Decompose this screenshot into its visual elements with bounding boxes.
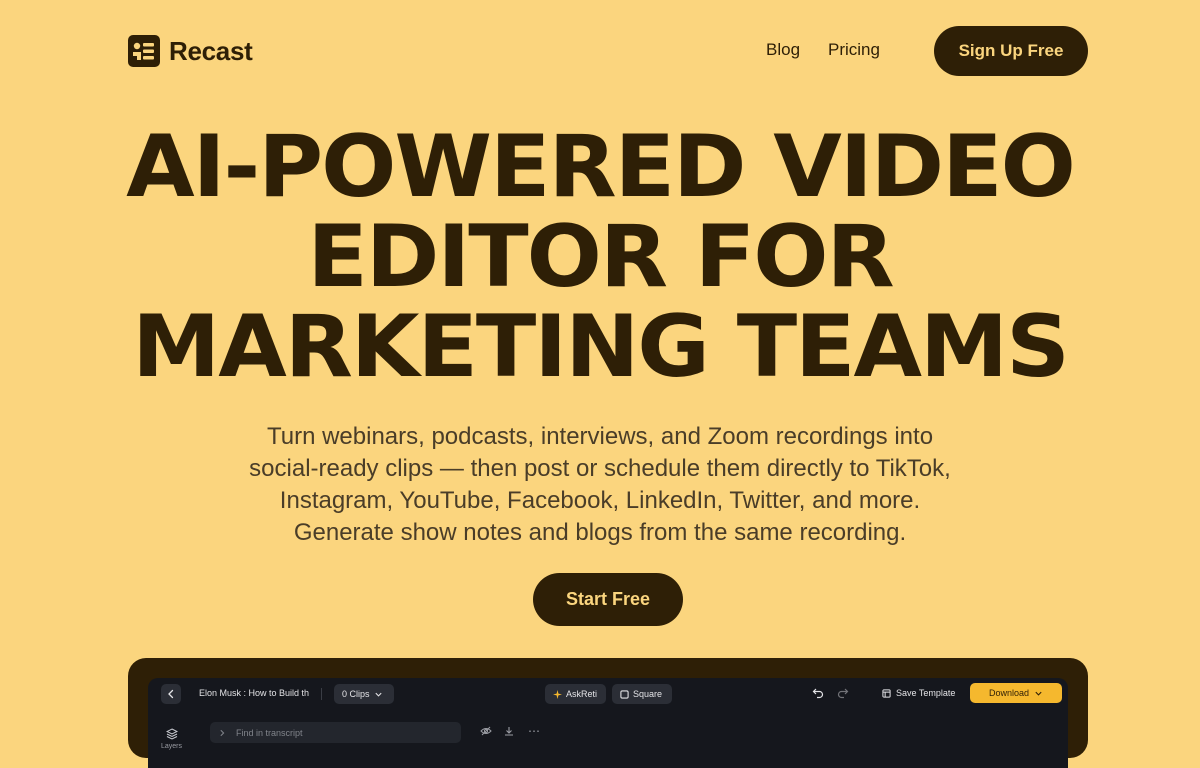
hero-subtitle-line: social-ready clips — then post or schedu…	[249, 455, 951, 482]
project-title[interactable]: Elon Musk : How to Build th	[199, 688, 309, 698]
hero-title-line: AI-POWERED VIDEO	[126, 117, 1076, 217]
redo-icon[interactable]	[837, 687, 849, 699]
nav-link-pricing[interactable]: Pricing	[828, 40, 880, 60]
hide-icon[interactable]	[480, 726, 492, 736]
aspect-ratio-button[interactable]: Square	[612, 684, 672, 704]
transcript-search-placeholder: Find in transcript	[236, 727, 303, 738]
undo-icon[interactable]	[812, 687, 824, 699]
layers-icon[interactable]	[166, 728, 178, 740]
sign-up-button[interactable]: Sign Up Free	[934, 26, 1088, 76]
chevron-right-icon	[220, 729, 225, 736]
toolbar-divider	[321, 688, 322, 700]
download-icon[interactable]	[504, 726, 514, 736]
hero-title-line: MARKETING TEAMS	[132, 297, 1070, 397]
chevron-left-icon	[168, 689, 174, 699]
top-nav: Recast Blog Pricing Sign Up Free	[128, 26, 1088, 76]
brand-name: Recast	[169, 35, 253, 66]
template-icon	[882, 688, 891, 698]
hero-subtitle-line: Generate show notes and blogs from the s…	[293, 519, 907, 546]
clips-dropdown[interactable]: 0 Clips	[334, 684, 394, 704]
download-button[interactable]: Download	[970, 683, 1062, 703]
start-free-button[interactable]: Start Free	[533, 573, 683, 626]
chevron-down-icon	[1035, 691, 1042, 696]
sparkle-icon	[553, 689, 562, 699]
back-button[interactable]	[161, 684, 181, 704]
nav-link-blog[interactable]: Blog	[766, 40, 800, 60]
askreti-label: AskReti	[566, 689, 598, 699]
editor-app: Elon Musk : How to Build th 0 Clips AskR…	[148, 678, 1068, 768]
chevron-down-icon	[374, 692, 382, 697]
hero-subtitle-line: Turn webinars, podcasts, interviews, and…	[266, 423, 934, 450]
aspect-ratio-label: Square	[633, 689, 663, 699]
save-template-button[interactable]: Save Template	[882, 688, 955, 698]
more-options-icon[interactable]: ⋯	[528, 724, 540, 738]
download-label: Download	[988, 688, 1030, 698]
save-template-label: Save Template	[896, 688, 956, 698]
layers-label: Layers	[161, 743, 183, 750]
hero-title-line: EDITOR FOR	[307, 207, 894, 307]
transcript-search-input[interactable]: Find in transcript	[210, 722, 461, 743]
askreti-button[interactable]: AskReti	[545, 684, 606, 704]
hero-subtitle-line: Instagram, YouTube, Facebook, LinkedIn, …	[279, 487, 921, 514]
clips-label: 0 Clips	[342, 689, 370, 699]
square-icon	[620, 689, 629, 699]
recast-logo-icon	[128, 35, 160, 67]
brand-logo[interactable]: Recast	[128, 35, 253, 67]
editor-preview-frame: Elon Musk : How to Build th 0 Clips AskR…	[128, 658, 1088, 768]
hero-title: AI-POWERED VIDEO EDITOR FOR MARKETING TE…	[0, 122, 1200, 392]
hero-subtitle: Turn webinars, podcasts, interviews, and…	[200, 421, 1000, 549]
